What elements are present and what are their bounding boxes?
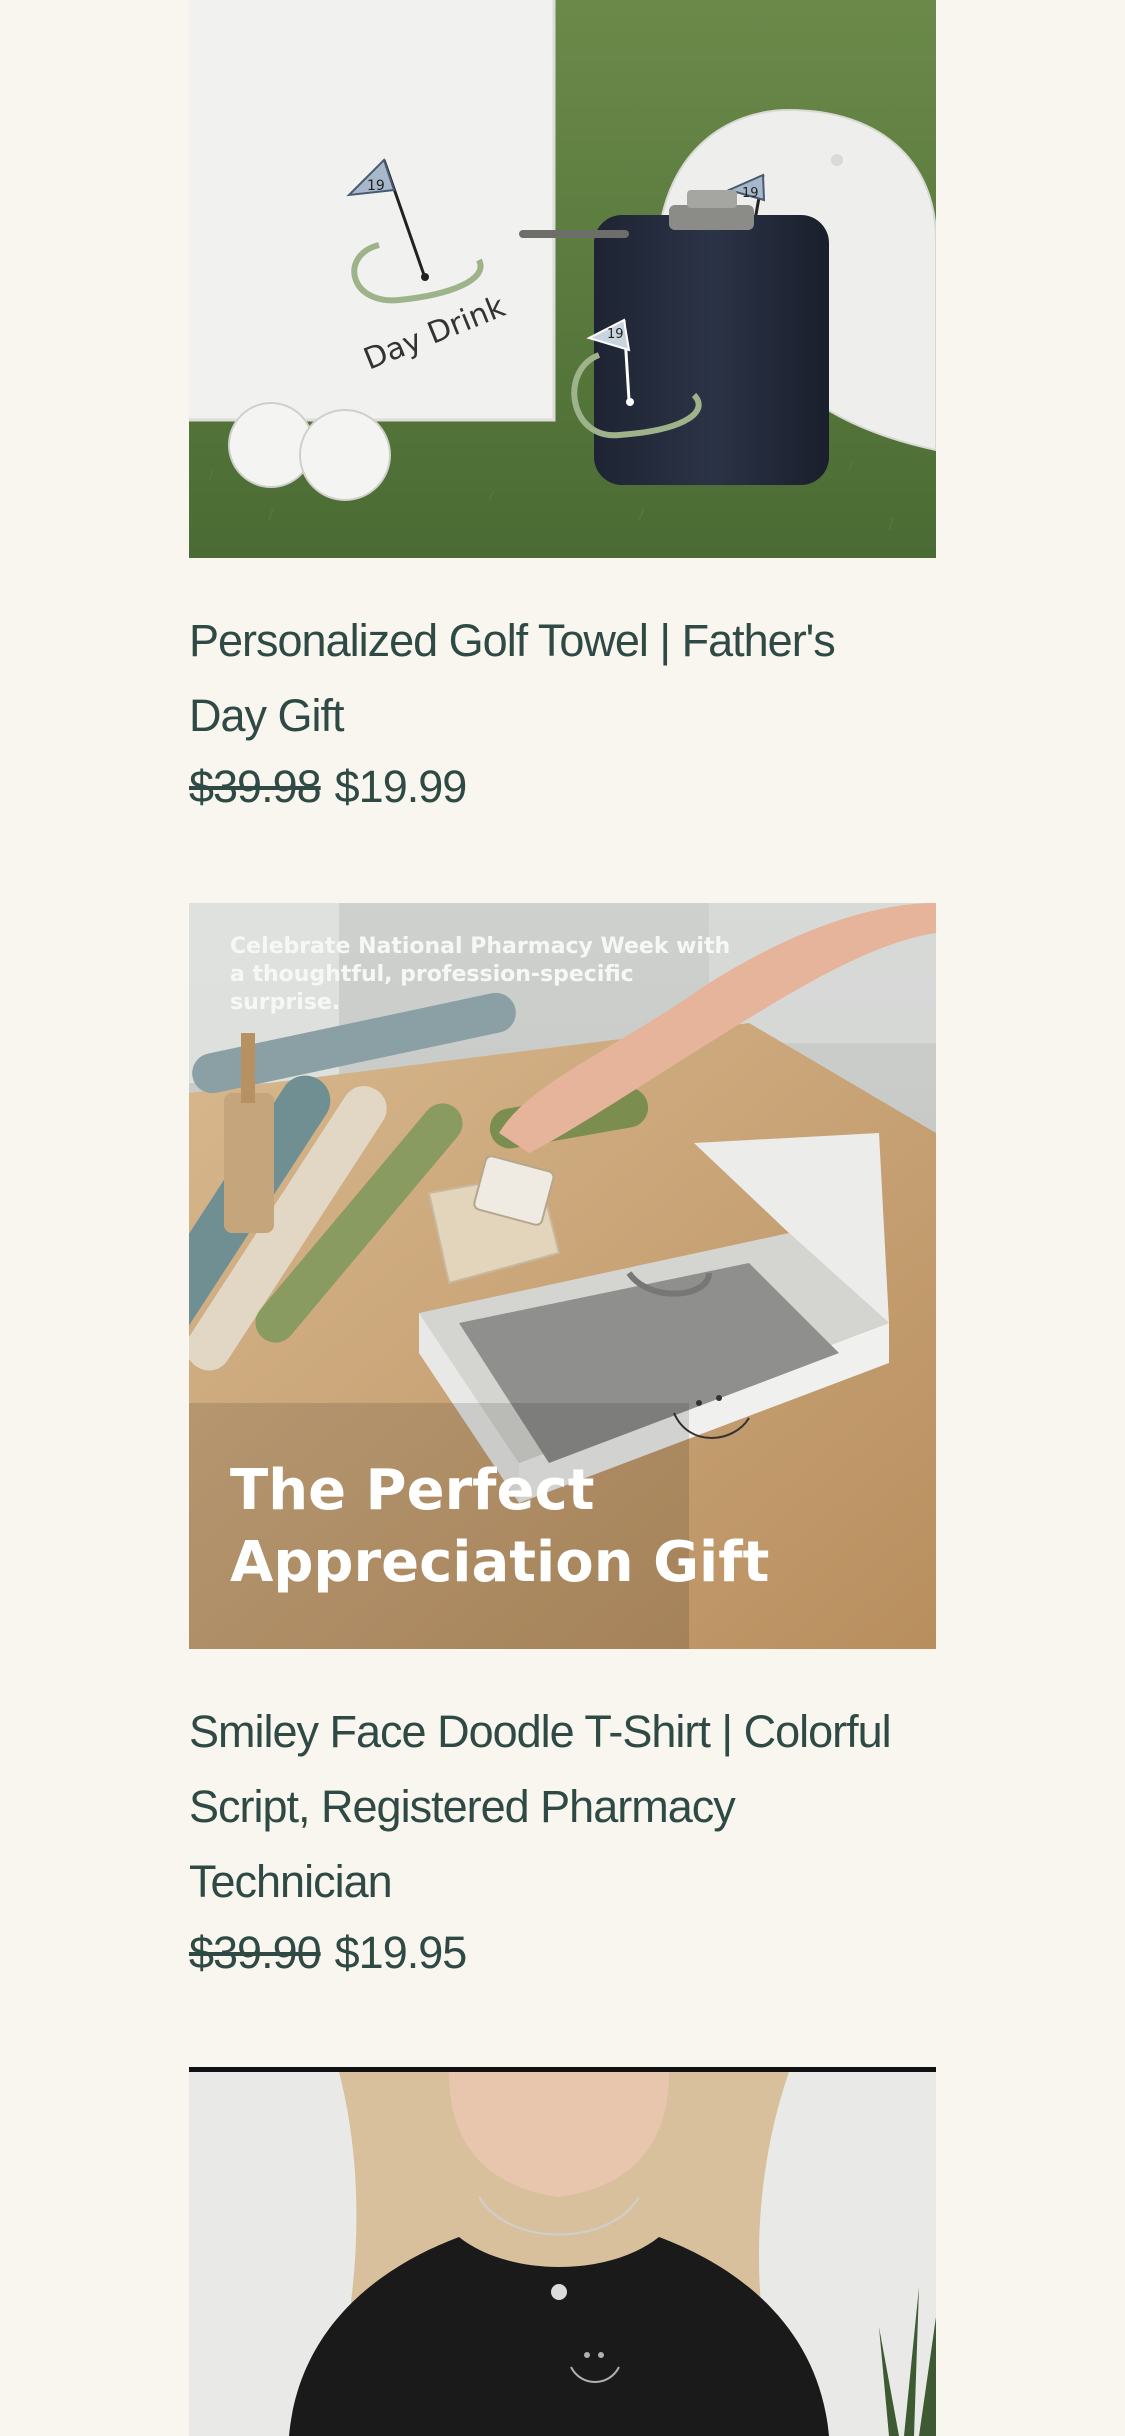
product-card-golf-towel[interactable]: 19 Day Drink 19 19 Personalized Golf Tow…: [189, 0, 936, 817]
price-row: $39.98 $19.99: [189, 757, 936, 817]
price-row: $39.90 $19.95: [189, 1923, 936, 1983]
towel-flag-number: 19: [367, 178, 385, 194]
golf-set-photo: 19 Day Drink 19 19: [189, 0, 936, 558]
product-image-black-tshirt[interactable]: [189, 2067, 936, 2436]
product-title-line[interactable]: Technician: [189, 1856, 393, 1907]
cap-flag-number: 19: [742, 186, 759, 201]
product-title[interactable]: Personalized Golf Towel | Father's Day G…: [189, 603, 936, 753]
product-list: 19 Day Drink 19 19 Personalized Golf Tow…: [0, 0, 1125, 2436]
product-title-line[interactable]: Script, Registered Pharmacy: [189, 1781, 736, 1832]
image-caption-small: Celebrate National Pharmacy Week with a …: [230, 934, 731, 1015]
sale-price: $19.99: [334, 761, 468, 812]
product-title-line[interactable]: Personalized Golf Towel | Father's: [189, 615, 836, 666]
sale-price: $19.95: [334, 1927, 468, 1978]
product-image-golf-set[interactable]: 19 Day Drink 19 19: [189, 0, 936, 558]
black-tshirt-photo: [189, 2067, 936, 2436]
image-caption-big: The Perfect Appreciation Gift: [230, 1455, 790, 1599]
product-card-smiley-tshirt[interactable]: Celebrate National Pharmacy Week with a …: [189, 903, 936, 1983]
original-price: $39.98: [189, 761, 322, 812]
product-title[interactable]: Smiley Face Doodle T-Shirt | Colorful Sc…: [189, 1694, 936, 1919]
original-price: $39.90: [189, 1927, 322, 1978]
flask-flag-number: 19: [607, 327, 624, 342]
product-title-line[interactable]: Smiley Face Doodle T-Shirt | Colorful: [189, 1706, 892, 1757]
product-title-line[interactable]: Day Gift: [189, 690, 345, 741]
product-card-black-tshirt[interactable]: [189, 2067, 936, 2436]
image-caption-big-line: Appreciation Gift: [230, 1530, 770, 1595]
product-image-gift-box[interactable]: Celebrate National Pharmacy Week with a …: [189, 903, 936, 1649]
image-caption-big-line: The Perfect: [230, 1458, 595, 1523]
